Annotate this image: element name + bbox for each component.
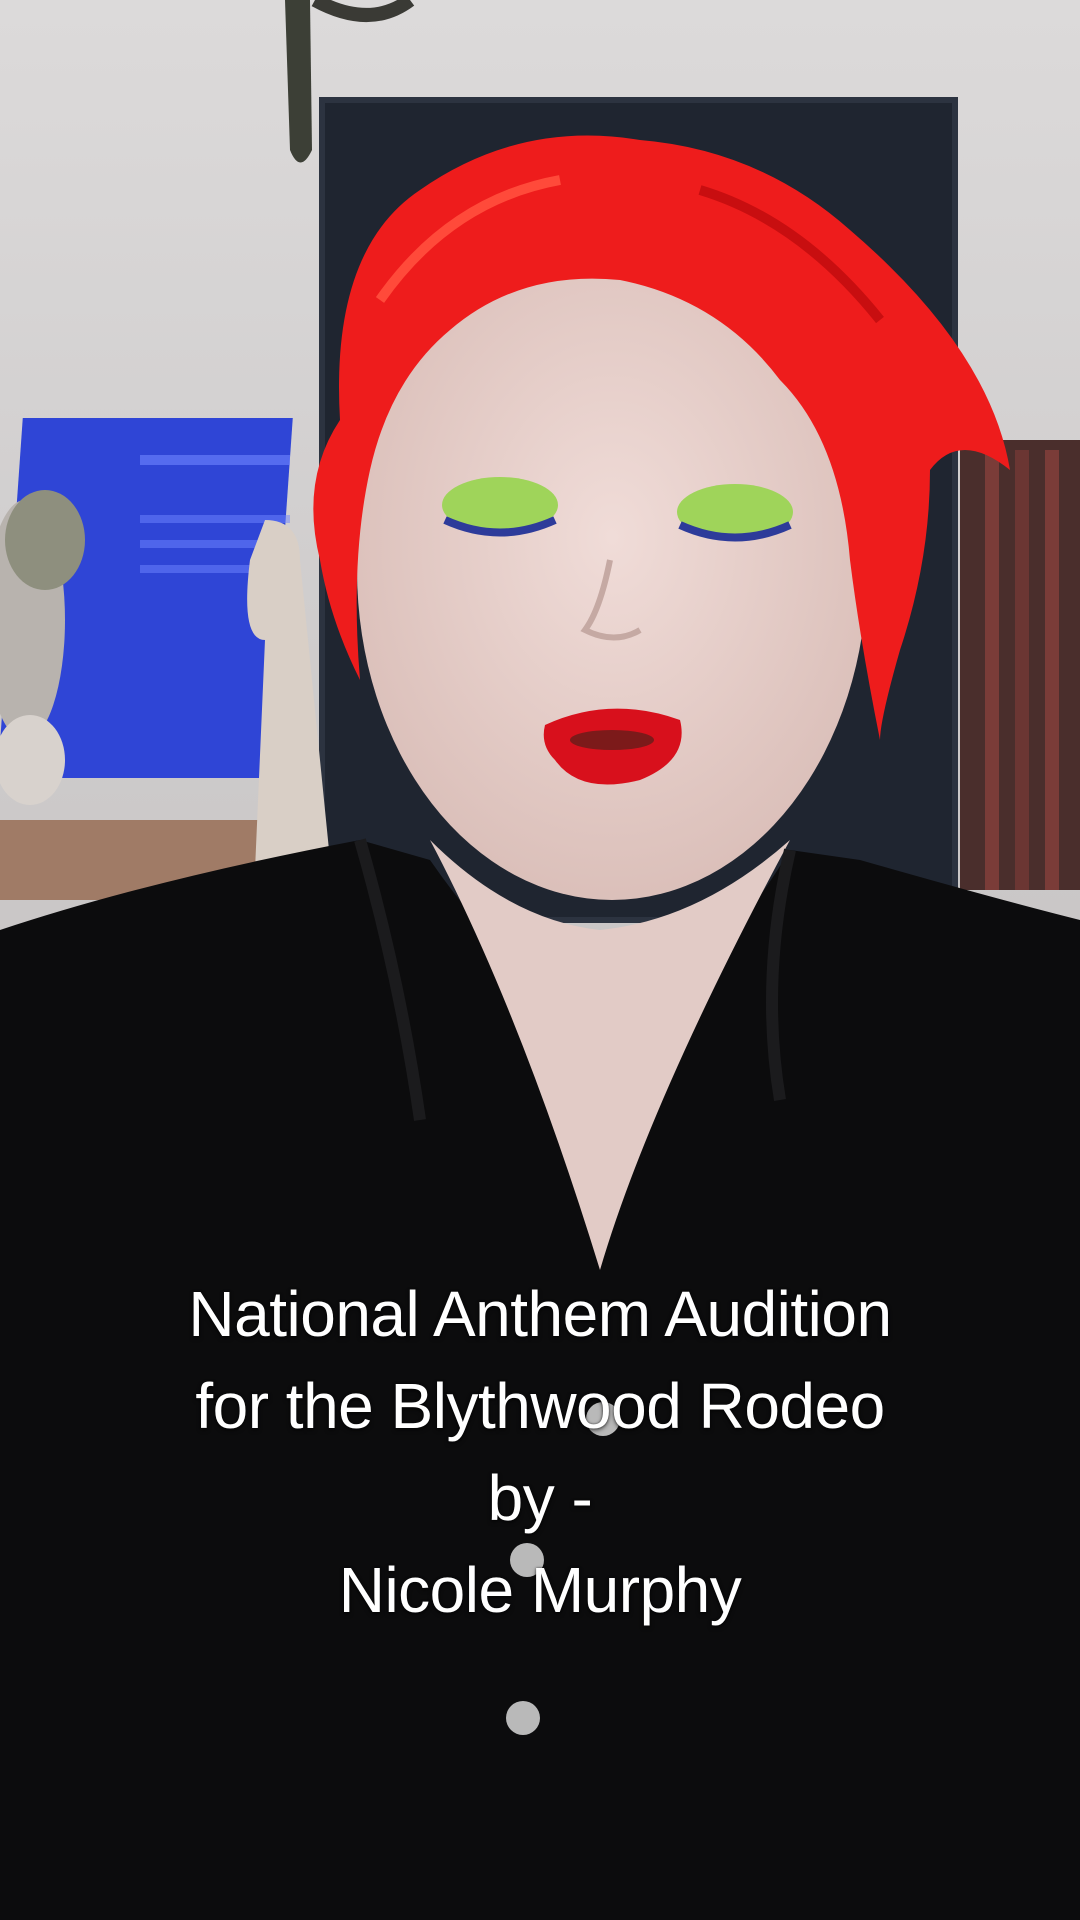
video-player[interactable]: National Anthem Audition for the Blythwo…: [0, 0, 1080, 1920]
caption-line-1: National Anthem Audition: [188, 1278, 892, 1350]
caption-line-2: for the Blythwood Rodeo: [195, 1370, 885, 1442]
caption-line-3: by -: [487, 1462, 593, 1534]
caption-line-4: Nicole Murphy: [338, 1554, 742, 1626]
video-caption: National Anthem Audition for the Blythwo…: [0, 1268, 1080, 1636]
shirt-button: [506, 1701, 540, 1735]
